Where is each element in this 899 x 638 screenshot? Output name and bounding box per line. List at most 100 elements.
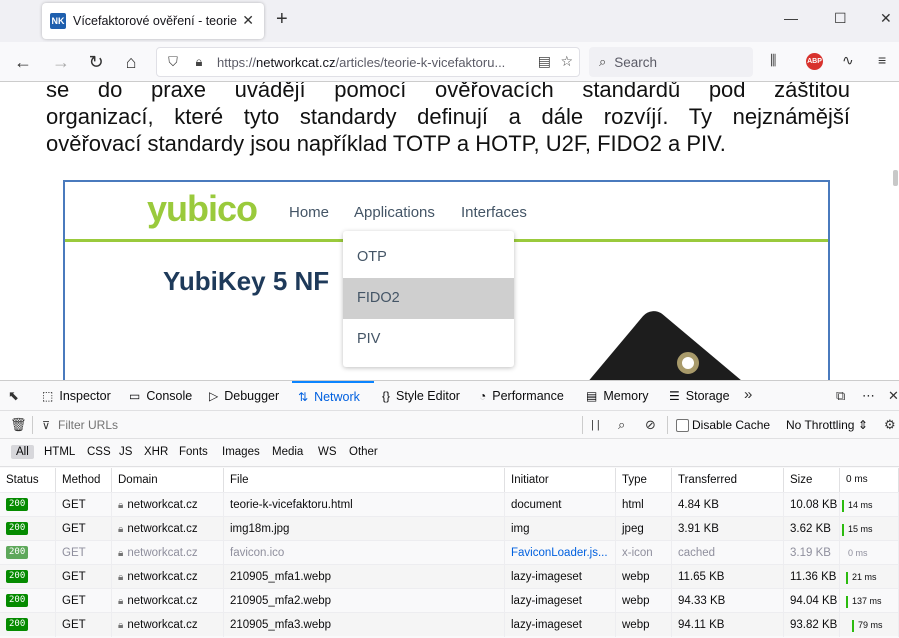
cell-domain: 🔒︎ networkcat.cz	[112, 517, 224, 541]
block-icon[interactable]: ⊘	[645, 417, 656, 433]
throttling-select[interactable]: No Throttling ⇕	[786, 418, 868, 432]
tab-network[interactable]: ⇅ Network	[292, 381, 374, 411]
column-header-size[interactable]: Size	[784, 468, 840, 492]
tab-memory[interactable]: ▤ Memory	[586, 381, 649, 411]
table-row[interactable]: 200 GET 🔒︎ networkcat.cz teorie-k-vicefaktor…	[0, 492, 899, 517]
window-close-button[interactable]: ✕	[880, 10, 892, 27]
filter-icon: ⊽	[42, 420, 51, 432]
table-row[interactable]: 200 GET 🔒︎ networkcat.cz favicon.ico FaviconL…	[0, 540, 899, 565]
dropdown-item-piv: PIV	[357, 331, 381, 347]
shield-icon[interactable]: ⛉	[163, 54, 183, 70]
table-row[interactable]: 200 GET 🔒︎ networkcat.cz 210905_mfa2.webp laz…	[0, 588, 899, 613]
filter-ws[interactable]: WS	[313, 445, 342, 459]
timing-text: 79 ms	[858, 620, 883, 630]
search-icon[interactable]: ⌕	[618, 417, 625, 433]
cell-timing: 15 ms	[840, 517, 899, 541]
filter-js[interactable]: JS	[114, 445, 137, 459]
reload-button[interactable]: ↻	[85, 51, 107, 73]
domain-text: networkcat.cz	[127, 523, 198, 535]
tab-style-editor[interactable]: {} Style Editor	[382, 381, 460, 411]
disable-cache-label[interactable]: Disable Cache	[692, 418, 770, 432]
back-button[interactable]: ←	[12, 51, 34, 73]
column-header-file[interactable]: File	[224, 468, 505, 492]
cell-initiator: FaviconLoader.js...	[505, 541, 616, 565]
search-input[interactable]: Search	[614, 55, 657, 70]
tab-debugger[interactable]: ▷ Debugger	[209, 381, 279, 411]
home-button[interactable]: ⌂	[120, 51, 142, 73]
menu-icon[interactable]: ≡	[878, 52, 886, 68]
filter-html[interactable]: HTML	[39, 445, 80, 459]
search-box[interactable]: ⌕ Search	[589, 47, 753, 77]
url-bar[interactable]: ⛉ 🔒︎ https://networkcat.cz/articles/teor…	[156, 47, 580, 77]
dock-icon[interactable]: ⧉	[836, 388, 845, 404]
tab-close-icon[interactable]: ✕	[242, 12, 254, 29]
filter-css[interactable]: CSS	[82, 445, 116, 459]
filter-other[interactable]: Other	[344, 445, 383, 459]
minimize-button[interactable]: —	[784, 10, 798, 26]
status-badge: 200	[6, 498, 29, 512]
cell-size: 3.19 KB	[784, 541, 840, 565]
element-picker-icon[interactable]: ⬉	[8, 388, 19, 404]
new-tab-button[interactable]: +	[276, 8, 288, 31]
cell-transferred: 4.84 KB	[672, 493, 784, 517]
lock-icon[interactable]: 🔒︎	[189, 54, 209, 70]
cell-file: teorie-k-vicefaktoru.html	[224, 493, 505, 517]
tab-performance[interactable]: ◔ Performance	[479, 381, 564, 411]
column-header-timeline[interactable]: 0 ms	[840, 468, 899, 492]
filter-media[interactable]: Media	[267, 445, 308, 459]
cell-method: GET	[56, 541, 112, 565]
trash-icon[interactable]: 🗑︎	[10, 417, 27, 433]
article-paragraph: se do praxe uvádějí pomocí ověřovacích s…	[46, 82, 850, 157]
library-icon[interactable]: ⫼	[770, 52, 776, 69]
column-header-status[interactable]: Status	[0, 468, 56, 492]
storage-icon: ☰	[669, 389, 680, 403]
tab-inspector[interactable]: ⬚ Inspector	[42, 381, 111, 411]
column-header-domain[interactable]: Domain	[112, 468, 224, 492]
memory-icon: ▤	[586, 389, 598, 403]
cell-type: html	[616, 493, 672, 517]
table-row[interactable]: 200 GET 🔒︎ networkcat.cz 210905_mfa1.webp laz…	[0, 564, 899, 589]
disable-cache-checkbox[interactable]	[676, 419, 689, 432]
cell-file: 210905_mfa3.webp	[224, 613, 505, 637]
article-figure: yubico Home Applications Interfaces Yubi…	[63, 180, 830, 380]
column-header-type[interactable]: Type	[616, 468, 672, 492]
column-header-method[interactable]: Method	[56, 468, 112, 492]
browser-tab[interactable]: NK Vícefaktorové ověření - teorie ✕	[42, 3, 264, 39]
tab-console[interactable]: ▭ Console	[129, 381, 192, 411]
filter-urls-input[interactable]: Filter URLs	[58, 418, 118, 432]
table-row[interactable]: 200 GET 🔒︎ networkcat.cz img18m.jpg img jpeg 3.…	[0, 516, 899, 541]
inspector-icon: ⬚	[42, 389, 54, 403]
more-tabs-icon[interactable]: »	[744, 386, 752, 403]
url-text[interactable]: https://networkcat.cz/articles/teorie-k-…	[217, 55, 517, 70]
bookmark-star-icon[interactable]: ☆	[560, 53, 573, 70]
timing-bar	[842, 499, 844, 512]
reader-view-icon[interactable]: ▤	[538, 53, 551, 70]
search-icon: ⌕	[599, 54, 607, 69]
tab-title: Vícefaktorové ověření - teorie	[73, 14, 237, 28]
table-row[interactable]: 200 GET 🔒︎ networkcat.cz 210905_mfa3.webp laz…	[0, 612, 899, 637]
adblock-icon[interactable]: ABP	[806, 53, 823, 70]
tab-storage[interactable]: ☰ Storage	[669, 381, 730, 411]
page-scrollbar[interactable]	[893, 170, 898, 186]
site-favicon-icon: NK	[50, 13, 66, 29]
filter-images[interactable]: Images	[217, 445, 265, 459]
filter-all[interactable]: All	[11, 445, 34, 459]
activity-monitor-icon[interactable]: ∿	[842, 52, 854, 69]
forward-button[interactable]: →	[50, 51, 72, 73]
overflow-menu-icon[interactable]: ⋯	[862, 388, 875, 404]
filter-fonts[interactable]: Fonts	[174, 445, 213, 459]
timing-text: 137 ms	[852, 596, 882, 606]
debugger-icon: ▷	[209, 389, 219, 403]
maximize-button[interactable]: ☐	[834, 10, 847, 27]
column-header-transferred[interactable]: Transferred	[672, 468, 784, 492]
devtools-close-icon[interactable]: ✕	[888, 388, 899, 404]
lock-icon: 🔒︎	[118, 572, 124, 583]
cell-domain: 🔒︎ networkcat.cz	[112, 565, 224, 589]
settings-gear-icon[interactable]: ⚙	[884, 417, 896, 433]
column-header-initiator[interactable]: Initiator	[505, 468, 616, 492]
cell-timing: 137 ms	[840, 589, 899, 613]
filter-xhr[interactable]: XHR	[139, 445, 173, 459]
cell-transferred: 11.65 KB	[672, 565, 784, 589]
pause-icon[interactable]: | |	[591, 419, 600, 431]
cell-initiator: lazy-imageset	[505, 589, 616, 613]
